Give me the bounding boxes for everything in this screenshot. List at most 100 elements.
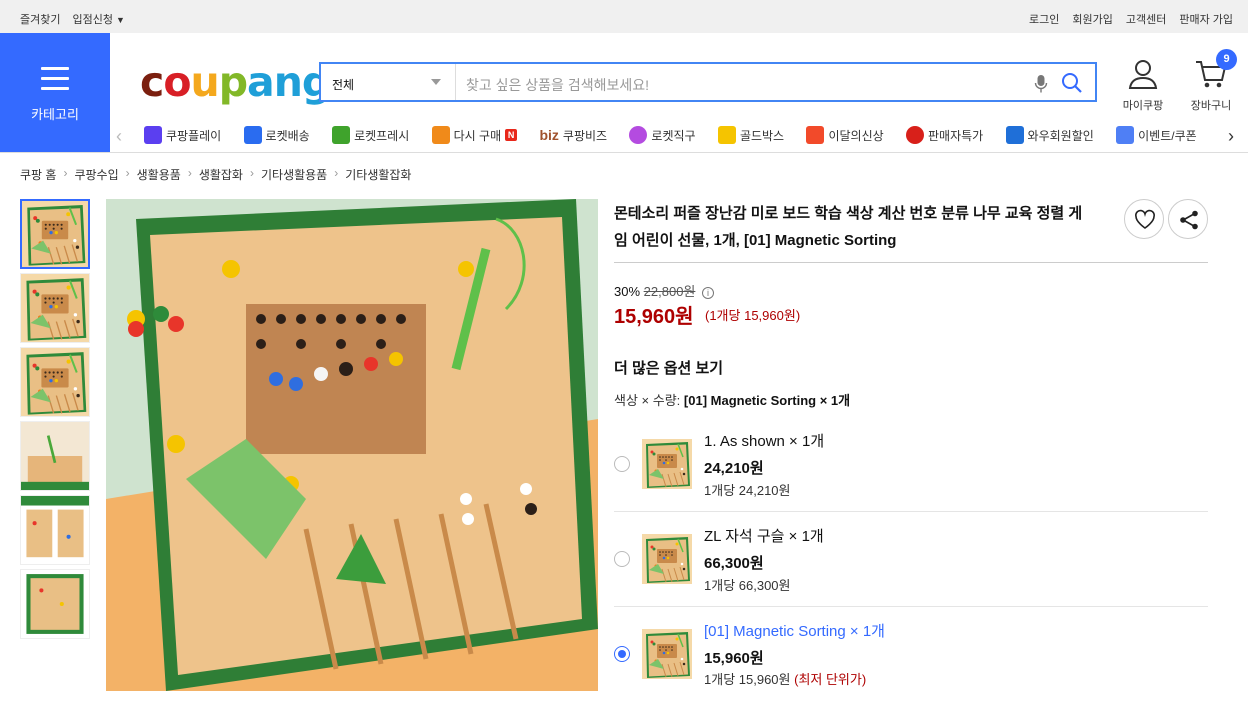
option-price: 66,300원 xyxy=(704,555,764,572)
microphone-icon[interactable] xyxy=(1034,74,1048,94)
chevron-right-icon: › xyxy=(334,166,339,180)
rocket-fresh-icon xyxy=(332,126,351,144)
chevron-right-icon: › xyxy=(63,166,68,180)
breadcrumb-item[interactable]: 기타생활용품 xyxy=(261,166,327,183)
main-product-image[interactable] xyxy=(106,199,598,691)
coupon-icon xyxy=(1116,126,1135,144)
option-unit-price: 1개당 24,210원 xyxy=(704,483,791,498)
nav-item-coupangplay[interactable]: 쿠팡플레이 xyxy=(144,118,221,152)
mycoupang-label: 마이쿠팡 xyxy=(1122,100,1164,112)
cart-label: 장바구니 xyxy=(1190,100,1232,112)
discount-rate: 30% xyxy=(614,284,641,299)
heart-icon xyxy=(1135,209,1155,229)
search-scope-select[interactable]: 전체 xyxy=(321,64,456,100)
lowest-unit-price-tag: (최저 단위가) xyxy=(794,672,867,687)
option-divider xyxy=(614,606,1208,607)
category-label: 카테고리 xyxy=(31,107,79,122)
cart-button[interactable]: 9 장바구니 xyxy=(1186,49,1237,113)
thumbnail-list xyxy=(20,199,90,643)
share-icon xyxy=(1180,210,1198,230)
nav-prev-arrow-icon[interactable]: ‹ xyxy=(116,126,122,147)
bookmark-link[interactable]: 즐겨찾기 xyxy=(20,11,60,27)
thumbnail[interactable] xyxy=(20,421,90,491)
seller-signup-link[interactable]: 판매자 가입 xyxy=(1179,11,1233,27)
coupang-logo[interactable]: coupang xyxy=(140,58,331,106)
discount-row: 30% 22,800원 i xyxy=(614,281,715,300)
nav-item-goldbox[interactable]: 골드박스 xyxy=(717,118,784,152)
option-divider xyxy=(614,511,1208,512)
option-item-selected[interactable]: [01] Magnetic Sorting × 1개 15,960원 1개당 1… xyxy=(614,606,1208,701)
goldbox-icon xyxy=(717,126,736,144)
more-options-heading: 더 많은 옵션 보기 xyxy=(614,360,724,377)
play-icon xyxy=(144,126,162,144)
thumbnail[interactable] xyxy=(20,495,90,565)
option-name: [01] Magnetic Sorting × 1개 xyxy=(704,623,885,640)
nav-item-wow[interactable]: 와우회원할인 xyxy=(1005,118,1094,152)
option-price: 15,960원 xyxy=(704,650,764,667)
new-arrival-icon xyxy=(806,126,825,144)
current-option-value: [01] Magnetic Sorting × 1개 xyxy=(683,393,851,408)
chevron-right-icon: › xyxy=(249,166,254,180)
thumbnail[interactable] xyxy=(20,569,90,639)
option-price: 24,210원 xyxy=(704,460,764,477)
thumbnail[interactable] xyxy=(20,199,90,269)
chevron-right-icon: › xyxy=(125,166,130,180)
option-name: ZL 자석 구슬 × 1개 xyxy=(704,528,824,545)
nav-next-arrow-icon[interactable]: › xyxy=(1228,126,1234,147)
current-option-label: 색상 × 수량: xyxy=(614,393,681,408)
option-unit-price: 1개당 15,960원 (최저 단위가) xyxy=(704,669,866,688)
shortcut-nav: ‹ 쿠팡플레이 로켓배송 로켓프레시 다시 구매 N biz 쿠팡비즈 로켓직구 골… xyxy=(110,118,1248,152)
top-utility-bar: 즐겨찾기 입점신청 ▼ 로그인 회원가입 고객센터 판매자 가입 xyxy=(0,0,1248,33)
seller-apply-link[interactable]: 입점신청 ▼ xyxy=(72,11,124,27)
search-icon[interactable] xyxy=(1061,72,1083,94)
nav-item-global[interactable]: 로켓직구 xyxy=(629,118,696,152)
breadcrumb-item[interactable]: 쿠팡 홈 xyxy=(20,166,56,183)
nav-item-new[interactable]: 이달의신상 xyxy=(806,118,884,152)
breadcrumb-item[interactable]: 생활잡화 xyxy=(199,166,243,183)
info-icon[interactable]: i xyxy=(702,287,715,299)
chevron-down-icon xyxy=(431,79,441,85)
option-radio[interactable] xyxy=(614,456,630,472)
option-unit-price-value: 1개당 15,960원 xyxy=(704,672,791,687)
search-input[interactable]: 찾고 싶은 상품을 검색해보세요! xyxy=(466,75,649,95)
option-thumbnail xyxy=(642,439,692,489)
option-unit-price: 1개당 66,300원 xyxy=(704,578,791,593)
title-divider xyxy=(614,262,1208,263)
thumbnail[interactable] xyxy=(20,273,90,343)
nav-item-biz[interactable]: biz 쿠팡비즈 xyxy=(539,118,607,152)
breadcrumb-item[interactable]: 기타생활잡화 xyxy=(345,166,411,183)
option-radio-checked[interactable] xyxy=(614,646,630,662)
option-name: 1. As shown × 1개 xyxy=(704,433,825,450)
category-button[interactable]: 카테고리 xyxy=(0,33,110,152)
option-thumbnail xyxy=(642,534,692,584)
original-price: 22,800원 xyxy=(643,284,696,299)
login-link[interactable]: 로그인 xyxy=(1029,11,1059,27)
nav-item-rocket[interactable]: 로켓배송 xyxy=(243,118,310,152)
nav-item-event[interactable]: 이벤트/쿠폰 xyxy=(1116,118,1197,152)
nav-item-seller-deal[interactable]: 판매자특가 xyxy=(906,118,983,152)
search-scope-value: 전체 xyxy=(332,78,355,92)
unit-price: (1개당 15,960원) xyxy=(705,308,801,323)
nav-item-rebuy[interactable]: 다시 구매 N xyxy=(431,118,518,152)
mycoupang-button[interactable]: 마이쿠팡 xyxy=(1120,58,1166,113)
thumbnail[interactable] xyxy=(20,347,90,417)
breadcrumb-item[interactable]: 생활용품 xyxy=(137,166,181,183)
hamburger-icon xyxy=(41,67,69,97)
product-title: 몬테소리 퍼즐 장난감 미로 보드 학습 색상 계산 번호 분류 나무 교육 정… xyxy=(614,205,1083,249)
sale-price: 15,960원 xyxy=(614,306,694,328)
signup-link[interactable]: 회원가입 xyxy=(1072,11,1112,27)
global-rocket-icon xyxy=(629,126,648,144)
breadcrumb-item[interactable]: 쿠팡수입 xyxy=(74,166,118,183)
caret-down-icon: ▼ xyxy=(116,15,125,25)
option-item[interactable]: ZL 자석 구슬 × 1개 66,300원 1개당 66,300원 xyxy=(614,511,1208,606)
share-button[interactable] xyxy=(1168,199,1208,239)
customer-center-link[interactable]: 고객센터 xyxy=(1126,11,1166,27)
biz-icon: biz xyxy=(539,127,559,143)
user-icon xyxy=(1128,60,1158,89)
nav-item-rocketfresh[interactable]: 로켓프레시 xyxy=(332,118,409,152)
wishlist-button[interactable] xyxy=(1124,199,1164,239)
search-bar: 전체 찾고 싶은 상품을 검색해보세요! xyxy=(319,62,1097,102)
seller-apply-label: 입점신청 xyxy=(72,14,113,26)
option-radio[interactable] xyxy=(614,551,630,567)
option-item[interactable]: 1. As shown × 1개 24,210원 1개당 24,210원 xyxy=(614,417,1208,512)
